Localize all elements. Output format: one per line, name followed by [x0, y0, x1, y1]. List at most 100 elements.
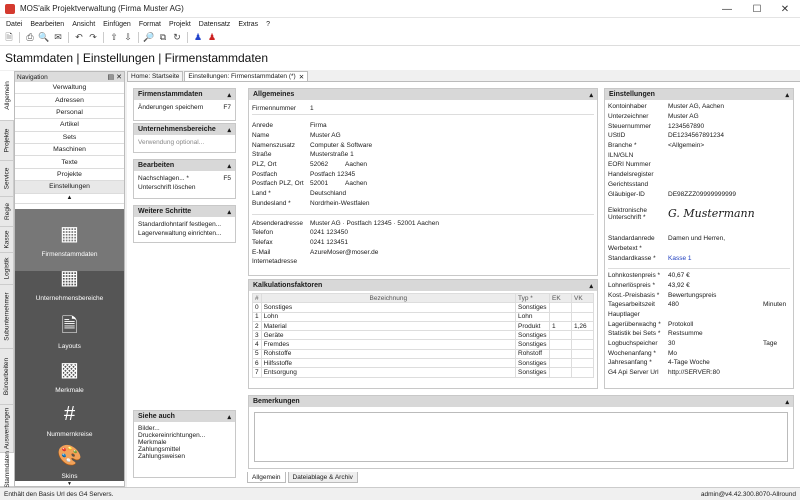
table-cell[interactable]: Lohn [515, 311, 550, 322]
wochenanfang-field[interactable]: Mo [668, 350, 677, 357]
nav-item-verwaltung[interactable]: Verwaltung [15, 82, 124, 95]
menu-help[interactable]: ? [262, 21, 274, 28]
jahresanfang-field[interactable]: 4-Tage Woche [668, 359, 710, 366]
ustid-field[interactable]: DE1234567891234 [668, 132, 724, 139]
branche-field[interactable]: <Allgemein> [668, 142, 704, 149]
nav-item-einstellungen[interactable]: Einstellungen [15, 181, 124, 194]
lohnerloespreis-field[interactable]: 43,92 € [668, 282, 690, 289]
table-cell[interactable]: Sonstiges [515, 339, 550, 350]
menu-format[interactable]: Format [135, 21, 165, 28]
table-cell[interactable]: Geräte [260, 330, 517, 341]
strasse-field[interactable]: Musterstraße 1 [310, 151, 354, 158]
table-cell[interactable] [549, 367, 572, 378]
glaeubiger-id-field[interactable]: DE98ZZZ09999999999 [668, 191, 736, 198]
table-cell[interactable]: Lohn [260, 311, 517, 322]
vtab-service[interactable]: Service [0, 161, 14, 197]
vtab-allgemein[interactable]: Allgemein [0, 71, 14, 121]
table-cell[interactable] [571, 311, 594, 322]
table-cell[interactable]: Material [260, 320, 517, 332]
zahlungsmittel-link[interactable]: Zahlungsmittel [134, 446, 235, 453]
arrow-up-icon[interactable]: ⇧ [108, 32, 120, 44]
email-icon[interactable]: ✉ [52, 32, 64, 44]
absender-field[interactable]: Muster AG · Postfach 12345 · 52001 Aache… [310, 220, 439, 227]
telefon-field[interactable]: 0241 123450 [310, 229, 348, 236]
table-cell[interactable] [571, 339, 594, 350]
close-icon[interactable]: ✕ [116, 74, 122, 81]
nav-item-artikel[interactable]: Artikel [15, 119, 124, 132]
name-field[interactable]: Muster AG [310, 132, 341, 139]
table-cell[interactable]: Hilfsstoffe [260, 358, 517, 369]
nav-item-maschinen[interactable]: Maschinen [15, 144, 124, 157]
table-cell[interactable]: Fremdes [260, 339, 517, 350]
user-icon[interactable]: ♟ [192, 32, 204, 44]
nav-item-sets[interactable]: Sets [15, 132, 124, 144]
collapse-icon[interactable]: ▴ [227, 162, 231, 170]
print-preview-icon[interactable]: 🔍 [38, 32, 50, 44]
bemerkungen-textarea[interactable] [254, 412, 788, 462]
namenszusatz-field[interactable]: Computer & Software [310, 142, 372, 149]
redo-icon[interactable]: ↷ [87, 32, 99, 44]
table-row[interactable]: 2 Material Produkt 1 1,26 [252, 320, 594, 332]
column-header[interactable]: # [252, 292, 262, 304]
nav-item-projekte[interactable]: Projekte [15, 169, 124, 182]
table-cell[interactable]: Produkt [515, 320, 550, 332]
collapse-icon[interactable]: ▴ [227, 91, 231, 99]
arrow-down-icon[interactable]: ⇩ [122, 32, 134, 44]
save-changes-link[interactable]: Änderungen speichern F7 [134, 103, 235, 112]
menu-projekt[interactable]: Projekt [165, 21, 195, 28]
druckereinrichtungen-link[interactable]: Druckereinrichtungen... [134, 432, 235, 439]
nachschlagen-link[interactable]: Nachschlagen... * F5 [134, 174, 235, 183]
vtab-stammdaten[interactable]: Stammdaten [0, 451, 14, 488]
table-row[interactable]: 6 Hilfsstoffe Sonstiges [252, 358, 594, 369]
menu-extras[interactable]: Extras [234, 21, 262, 28]
vtab-subunternehmer[interactable]: Subunternehmer [0, 285, 14, 349]
nav-item-texte[interactable]: Texte [15, 156, 124, 169]
table-cell[interactable] [549, 302, 572, 313]
find-icon[interactable]: 🔎 [143, 32, 155, 44]
plz-field[interactable]: 52062 [310, 161, 345, 168]
column-header[interactable]: VK [571, 292, 594, 304]
table-row[interactable]: 1 Lohn Lohn [252, 311, 594, 322]
pin-icon[interactable]: ▤ [108, 74, 115, 81]
scroll-up-icon[interactable]: ▲ [15, 194, 124, 204]
verwendung-optional-link[interactable]: Verwendung optional... [134, 138, 235, 147]
collapse-icon[interactable]: ▴ [589, 282, 593, 290]
tab-firmenstammdaten[interactable]: Einstellungen: Firmenstammdaten (*) ✕ [184, 71, 309, 81]
signature-image[interactable]: G. Mustermann [668, 207, 755, 220]
bundesland-field[interactable]: Nordrhein-Westfalen [310, 200, 370, 207]
table-cell[interactable] [549, 348, 572, 360]
tab-dateiablage[interactable]: Dateiablage & Archiv [287, 472, 358, 483]
tab-allgemein[interactable]: Allgemein [247, 472, 286, 483]
table-row[interactable]: 0 Sonstiges Sonstiges [252, 302, 594, 313]
collapse-icon[interactable]: ▴ [785, 398, 789, 406]
lagerueberwachung-field[interactable]: Protokoll [668, 321, 693, 328]
postfach-plz-field[interactable]: 52001 [310, 180, 345, 187]
collapse-icon[interactable]: ▴ [785, 91, 789, 99]
table-row[interactable]: 4 Fremdes Sonstiges [252, 339, 594, 350]
copy-icon[interactable]: ⧉ [157, 32, 169, 44]
collapse-icon[interactable]: ▴ [227, 126, 231, 134]
table-cell[interactable] [549, 330, 572, 341]
standardanrede-field[interactable]: Damen und Herren, [668, 235, 725, 242]
merkmale-link[interactable]: Merkmale [134, 439, 235, 446]
maximize-button[interactable]: ☐ [742, 0, 772, 18]
preisbasis-field[interactable]: Bewertungspreis [668, 292, 716, 299]
anrede-field[interactable]: Firma [310, 122, 327, 129]
user-lock-icon[interactable]: ♟ [206, 32, 218, 44]
logbuchspeicher-field[interactable]: 30 [668, 340, 763, 347]
telefax-field[interactable]: 0241 123451 [310, 239, 348, 246]
menu-einfuegen[interactable]: Einfügen [99, 21, 135, 28]
collapse-icon[interactable]: ▴ [589, 91, 593, 99]
table-cell[interactable] [571, 348, 594, 360]
zahlungsweisen-link[interactable]: Zahlungsweisen [134, 453, 235, 460]
statistik-field[interactable]: Restsumme [668, 330, 703, 337]
email-field[interactable]: AzureMoser@moser.de [310, 249, 378, 256]
table-cell[interactable]: Sonstiges [260, 302, 517, 313]
table-cell[interactable]: 1,26 [571, 320, 594, 332]
table-cell[interactable] [549, 358, 572, 369]
vtab-auswertungen[interactable]: Auswertungen [0, 405, 14, 453]
table-cell[interactable]: Entsorgung [260, 367, 517, 378]
table-cell[interactable]: Sonstiges [515, 358, 550, 369]
firmennummer-field[interactable]: 1 [310, 105, 594, 112]
table-cell[interactable] [571, 302, 594, 313]
